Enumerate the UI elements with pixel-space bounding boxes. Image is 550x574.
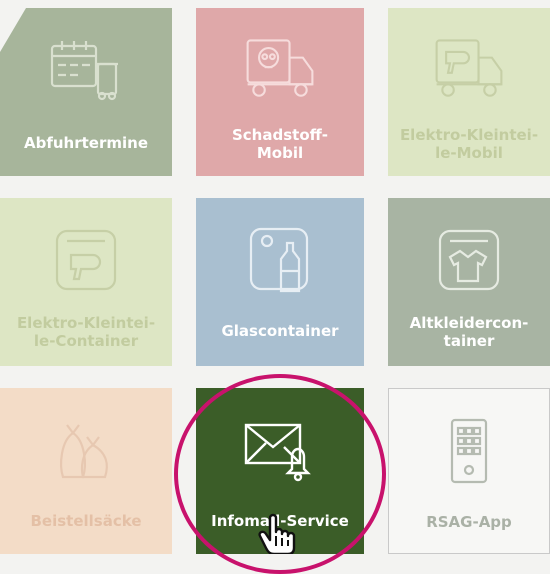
phone-app-icon — [429, 411, 509, 491]
tile-label: Schadstoff- Mobil — [231, 126, 328, 162]
tile-label: Abfuhrtermine — [24, 134, 148, 152]
bags-icon — [46, 410, 126, 490]
skull-truck-icon — [240, 30, 320, 110]
mail-bell-icon — [240, 410, 320, 490]
tile-abfuhrtermine[interactable]: Abfuhrtermine — [0, 8, 172, 176]
hairdryer-container-icon — [46, 220, 126, 300]
tile-label: RSAG-App — [426, 513, 512, 531]
hairdryer-truck-icon — [429, 30, 509, 110]
tile-label: Glascontainer — [221, 322, 339, 340]
tile-label: Elektro-Kleintei- le-Mobil — [399, 126, 539, 162]
tile-rsag-app[interactable]: RSAG-App — [388, 388, 550, 554]
tile-glascontainer[interactable]: Glascontainer — [196, 198, 364, 366]
tile-label: Altkleidercon- tainer — [409, 314, 529, 350]
tile-elektro-kleinteile-mobil[interactable]: Elektro-Kleintei- le-Mobil — [388, 8, 550, 176]
calendar-bin-icon — [46, 30, 126, 110]
tile-schadstoff-mobil[interactable]: Schadstoff- Mobil — [196, 8, 364, 176]
tile-beistellsaecke[interactable]: Beistellsäcke — [0, 388, 172, 554]
hand-cursor-icon — [258, 512, 306, 558]
tile-label: Beistellsäcke — [30, 512, 142, 530]
shirt-container-icon — [429, 220, 509, 300]
tile-label: Elektro-Kleintei- le-Container — [16, 314, 156, 350]
tile-elektro-kleinteile-container[interactable]: Elektro-Kleintei- le-Container — [0, 198, 172, 366]
bottle-container-icon — [240, 220, 320, 300]
tile-altkleidercontainer[interactable]: Altkleidercon- tainer — [388, 198, 550, 366]
